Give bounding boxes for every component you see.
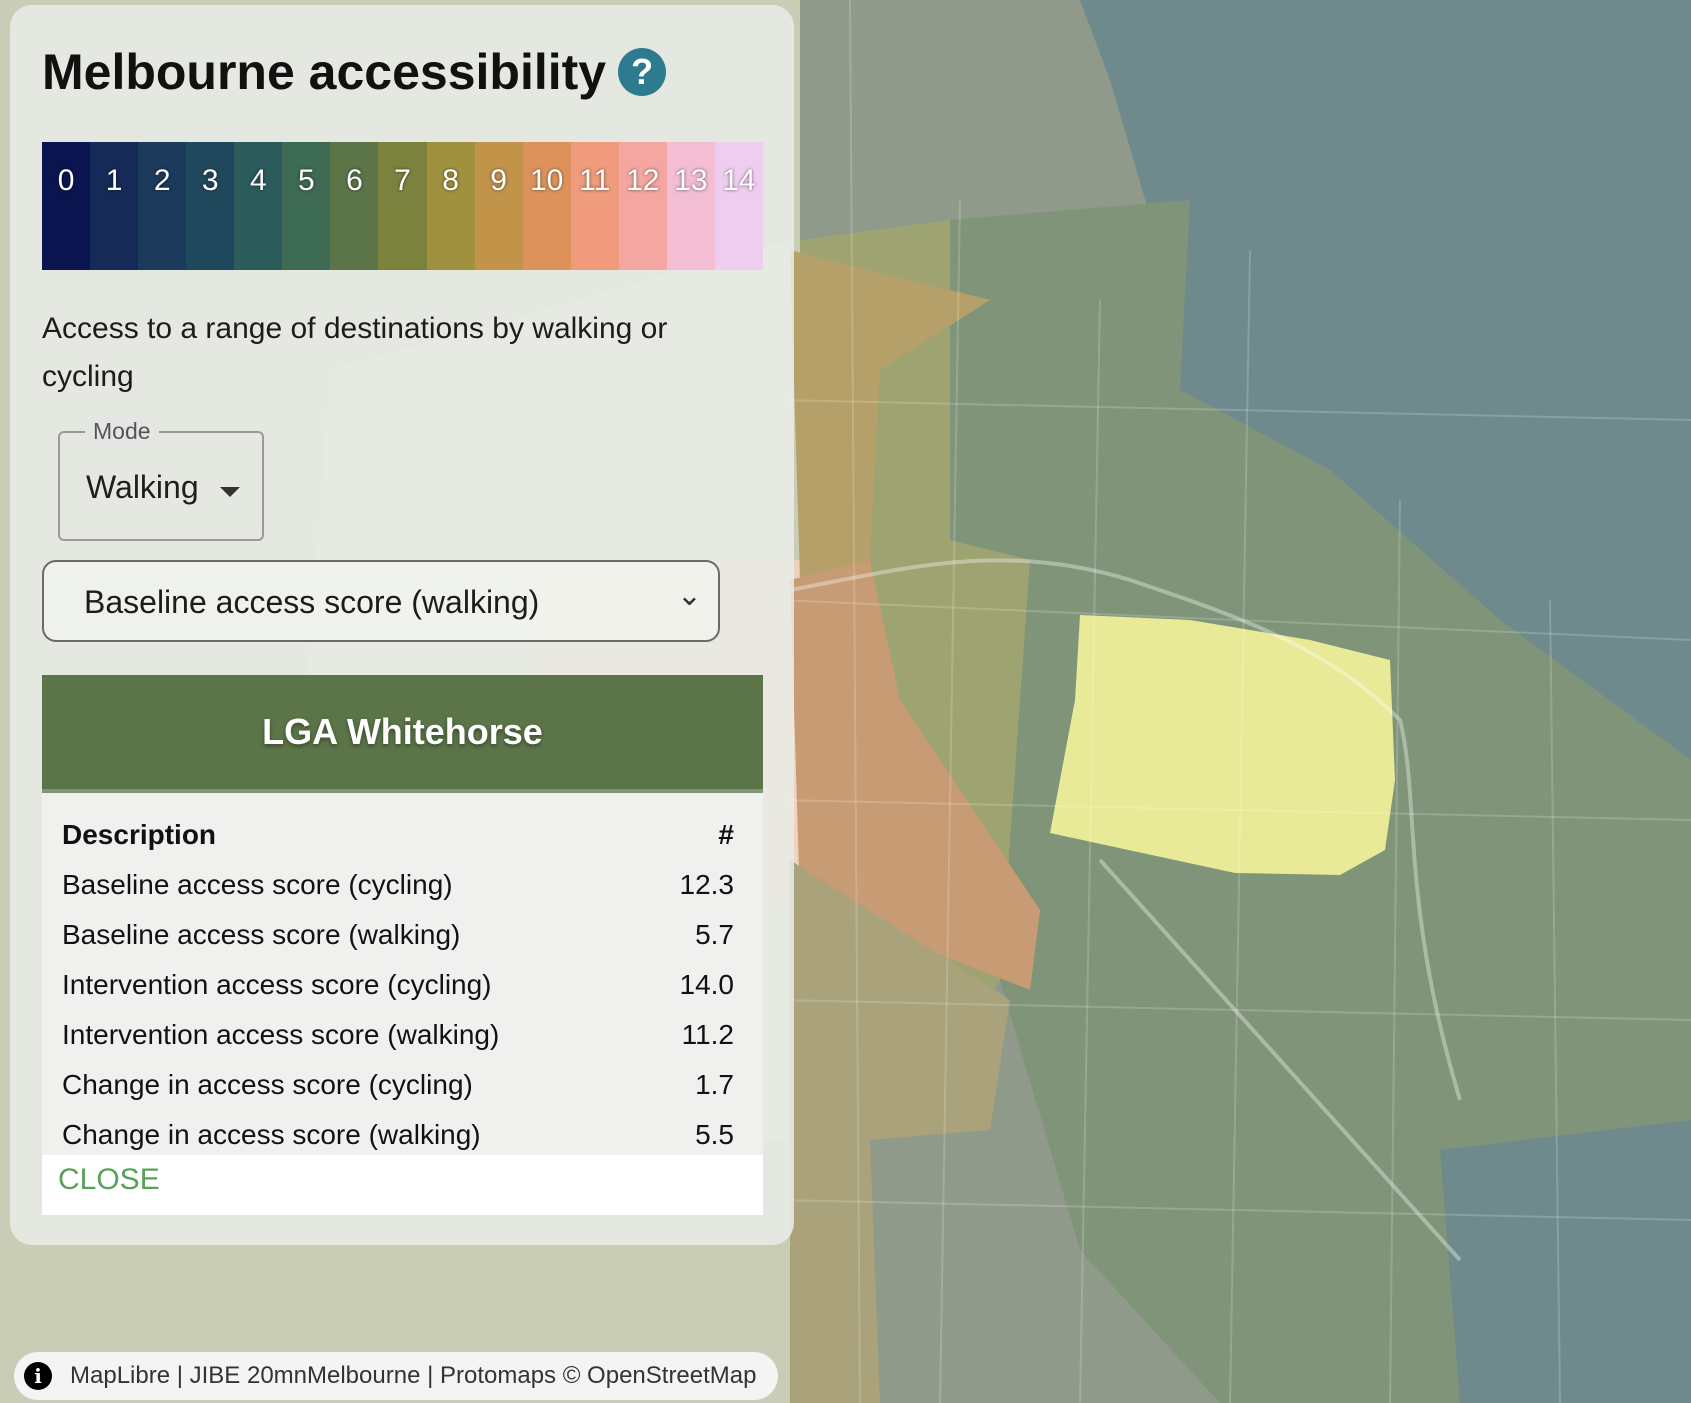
caret-down-icon	[220, 487, 240, 497]
table-row: Change in access score (cycling) 1.7	[62, 1069, 734, 1101]
legend-cell-11: 11	[570, 142, 619, 270]
legend-cell-7: 7	[378, 142, 427, 270]
help-icon[interactable]: ?	[618, 48, 667, 96]
row-label: Change in access score (walking)	[62, 1119, 481, 1150]
row-label: Change in access score (cycling)	[62, 1069, 473, 1100]
legend-cell-13: 13	[666, 142, 715, 270]
legend-cell-12: 12	[618, 142, 667, 270]
legend-cell-14: 14	[714, 142, 763, 270]
color-legend: 0 1 2 3 4 5 6 7 8 9 10 11 12 13 14	[42, 142, 763, 270]
legend-cell-0: 0	[42, 142, 91, 270]
legend-cell-5: 5	[282, 142, 331, 270]
mode-select[interactable]: Mode Walking	[58, 416, 264, 541]
map-attribution: i MapLibre | JIBE 20mnMelbourne | Protom…	[14, 1352, 778, 1400]
info-icon[interactable]: i	[24, 1362, 52, 1390]
map-region[interactable]	[1440, 1120, 1691, 1403]
column-header-description: Description	[62, 819, 217, 850]
row-value: 11.2	[681, 1019, 734, 1050]
table-row: Change in access score (walking) 5.5	[62, 1119, 734, 1151]
column-header-value: #	[718, 819, 734, 850]
table-row: Baseline access score (cycling) 12.3	[62, 869, 734, 901]
row-value: 5.5	[695, 1119, 734, 1150]
legend-cell-4: 4	[234, 142, 283, 270]
table-row: Intervention access score (walking) 11.2	[62, 1019, 734, 1051]
control-panel: Melbourne accessibility ? 0 1 2 3 4 5 6 7 8 9 10 11…	[10, 5, 794, 1245]
table-row: Baseline access score (walking) 5.7	[62, 919, 734, 951]
row-label: Intervention access score (walking)	[62, 1019, 500, 1050]
feature-popup: LGA Whitehorse Description # Baseline ac…	[42, 675, 763, 1215]
row-label: Baseline access score (walking)	[62, 919, 461, 950]
page-title: Melbourne accessibility	[42, 44, 607, 100]
mode-value: Walking	[86, 469, 199, 505]
indicator-select[interactable]: Baseline access score (walking) ⌄	[42, 560, 720, 642]
table-header: Description #	[62, 819, 734, 851]
row-label: Intervention access score (cycling)	[62, 969, 492, 1000]
whitehorse-region-highlight[interactable]	[1050, 615, 1395, 875]
legend-cell-6: 6	[330, 142, 379, 270]
legend-cell-2: 2	[138, 142, 187, 270]
legend-cell-9: 9	[474, 142, 523, 270]
legend-cell-1: 1	[90, 142, 139, 270]
row-value: 14.0	[679, 969, 735, 1000]
mode-label: Mode	[85, 416, 159, 447]
popup-title: LGA Whitehorse	[42, 675, 763, 793]
indicator-description: Access to a range of destinations by wal…	[42, 312, 668, 393]
attribution-text[interactable]: MapLibre | JIBE 20mnMelbourne | Protomap…	[70, 1362, 756, 1390]
table-row: Intervention access score (cycling) 14.0	[62, 969, 734, 1001]
legend-cell-8: 8	[426, 142, 475, 270]
row-value: 5.7	[695, 919, 734, 950]
legend-cell-10: 10	[522, 142, 571, 270]
row-value: 1.7	[695, 1069, 734, 1100]
close-button[interactable]: CLOSE	[42, 1155, 763, 1215]
row-label: Baseline access score (cycling)	[62, 869, 453, 900]
indicator-select-value: Baseline access score (walking)	[84, 584, 540, 620]
row-value: 12.3	[679, 869, 735, 900]
chevron-down-icon: ⌄	[676, 579, 702, 612]
title-row: Melbourne accessibility ?	[42, 43, 667, 101]
legend-cell-3: 3	[186, 142, 235, 270]
